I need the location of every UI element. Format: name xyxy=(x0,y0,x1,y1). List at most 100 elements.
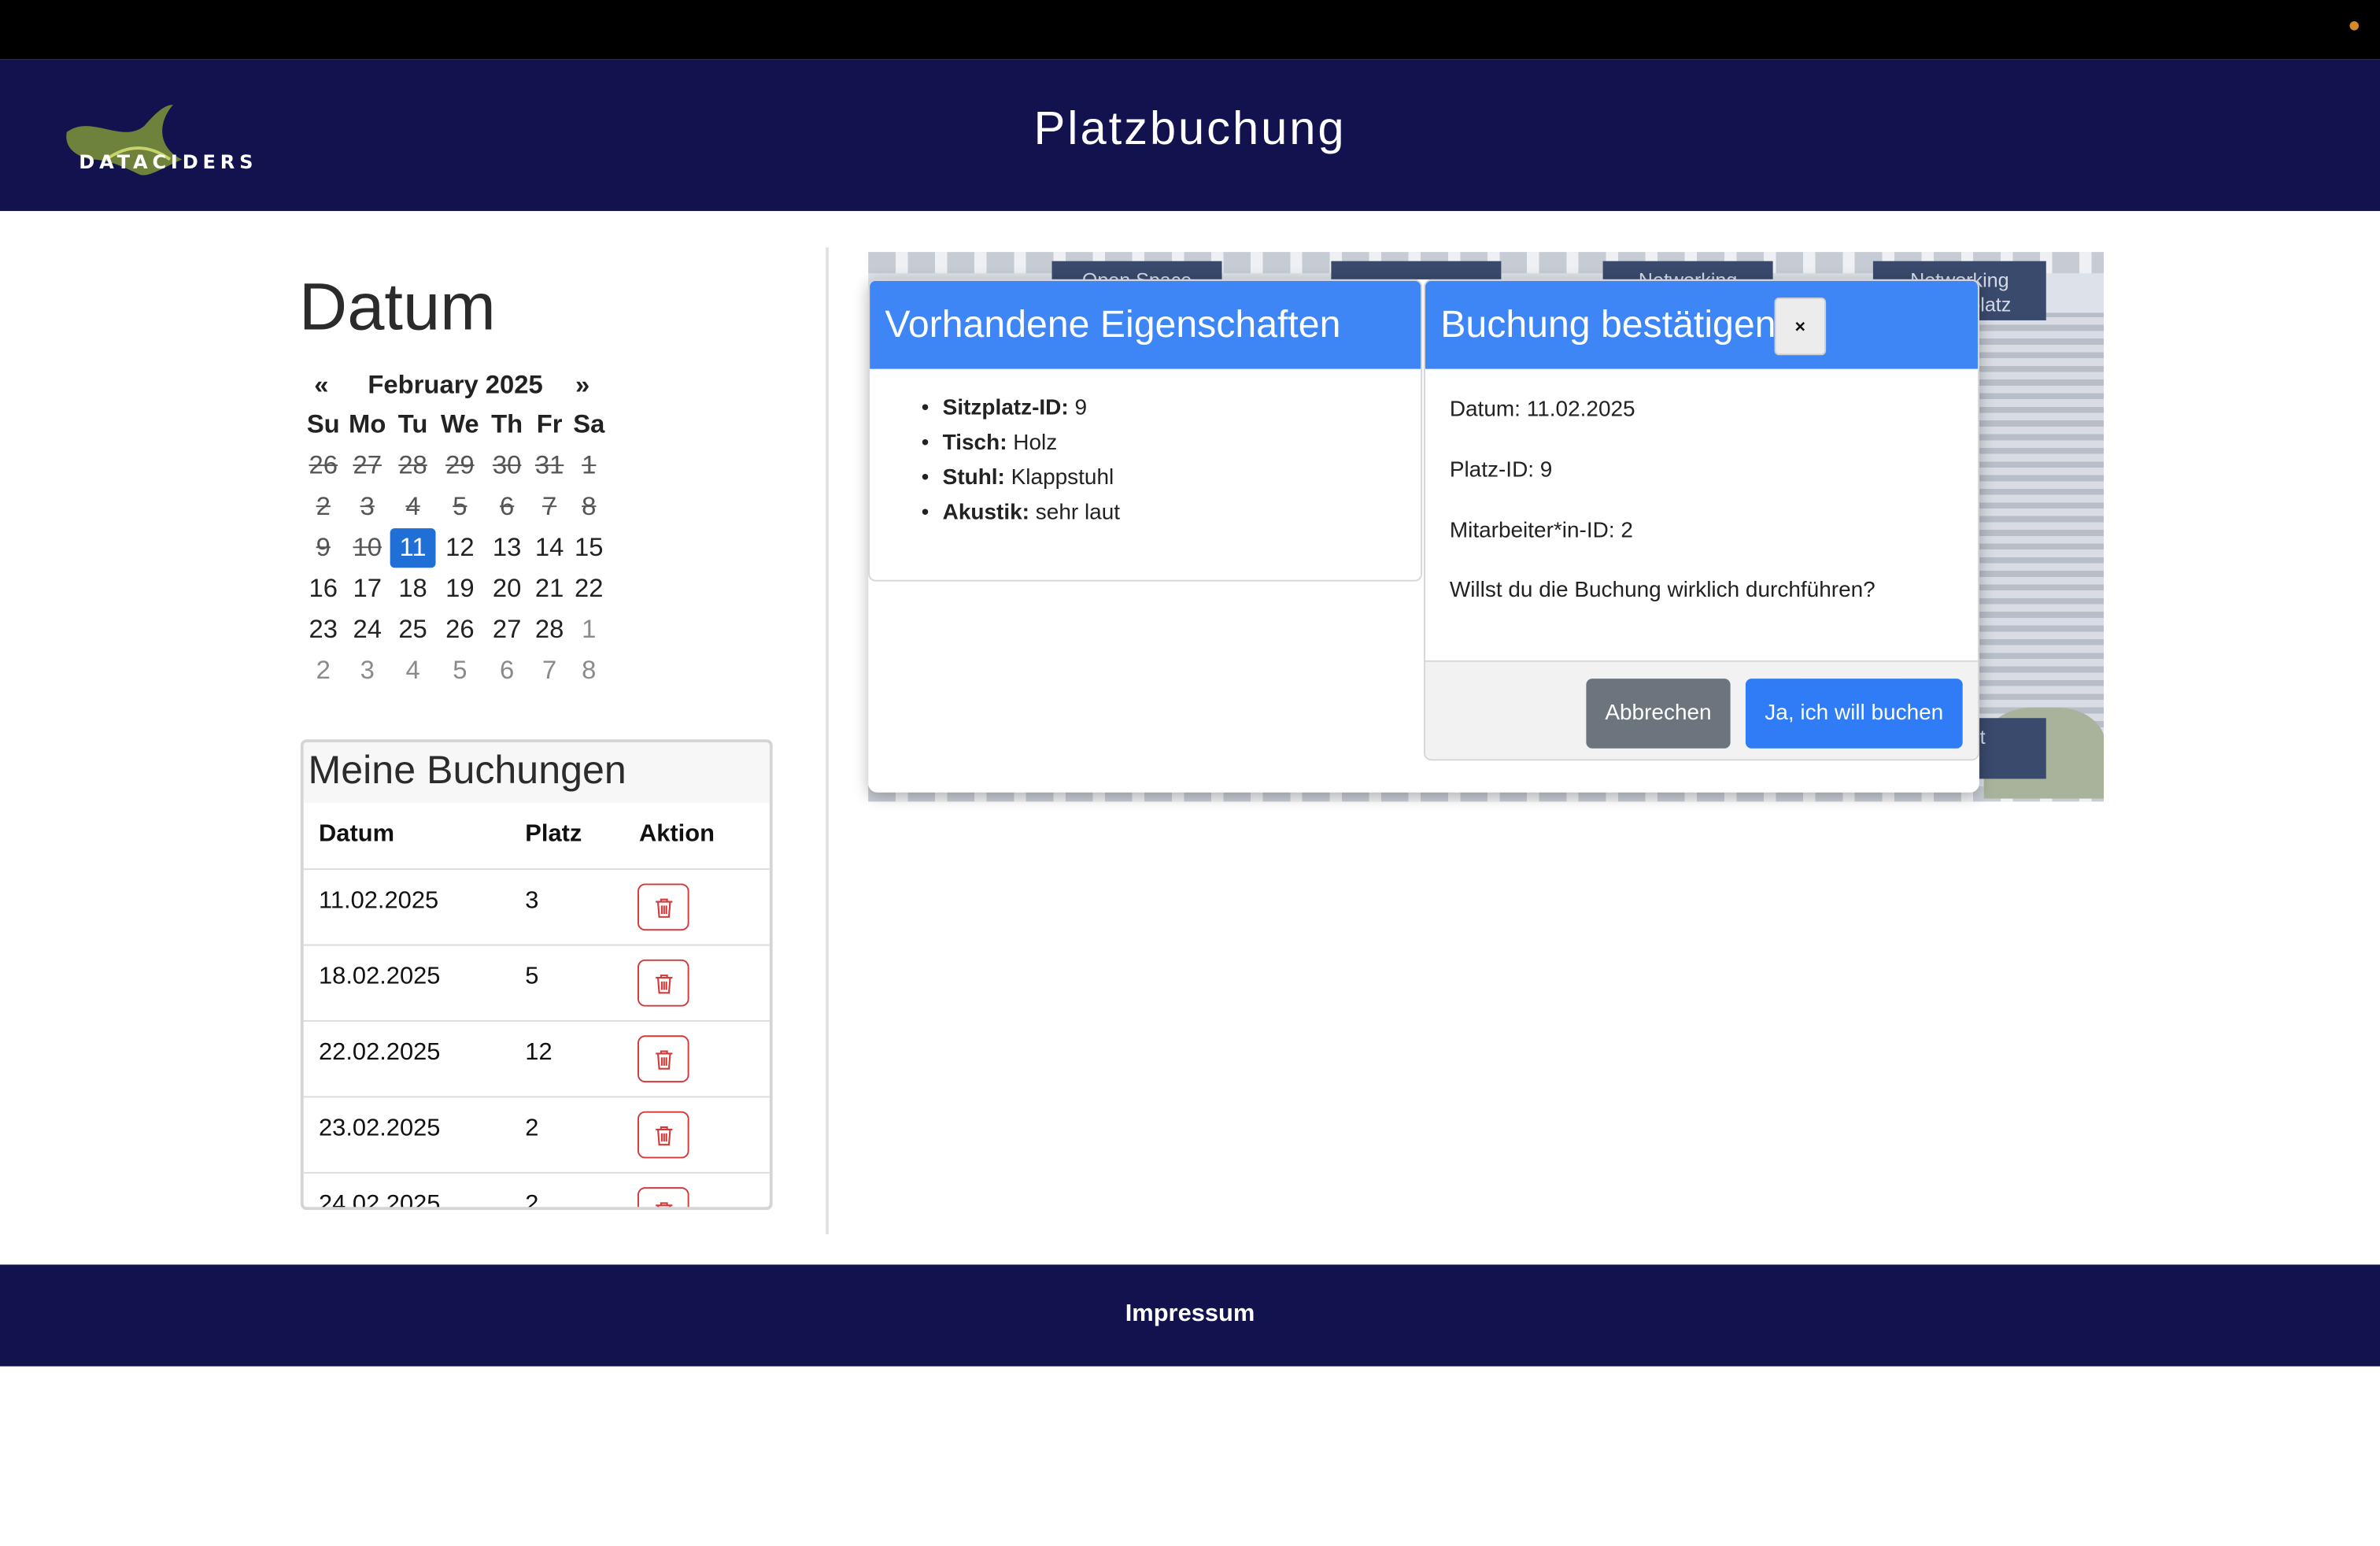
column-header-date: Datum xyxy=(319,821,395,848)
calendar-day: 28 xyxy=(398,450,427,480)
weekday-header: Sa xyxy=(573,409,605,439)
calendar-day[interactable]: 7 xyxy=(530,651,569,690)
booking-seat: 12 xyxy=(525,1040,552,1066)
booking-date: 11.02.2025 xyxy=(319,888,439,915)
calendar-day-selected[interactable]: 11 xyxy=(390,528,436,568)
calendar-day: 8 xyxy=(582,491,597,521)
calendar-day: 26 xyxy=(309,450,338,480)
calendar-day[interactable]: 14 xyxy=(530,528,569,568)
my-bookings-panel: Meine Buchungen Datum Platz Aktion 11.02… xyxy=(300,739,773,1211)
footer: Impressum xyxy=(0,1264,2380,1367)
calendar-day: 3 xyxy=(360,491,375,521)
confirm-date-line: Datum: 11.02.2025 xyxy=(1449,398,1635,423)
trash-icon xyxy=(656,898,673,918)
calendar-day: 30 xyxy=(492,450,522,480)
trash-icon xyxy=(656,975,673,994)
calendar-day[interactable]: 20 xyxy=(484,569,530,608)
calendar-day[interactable]: 3 xyxy=(345,651,390,690)
close-button[interactable]: × xyxy=(1774,298,1827,356)
calendar-day: 6 xyxy=(500,491,515,521)
property-table: Tisch: Holz xyxy=(922,431,1120,466)
calendar-day[interactable]: 8 xyxy=(569,651,608,690)
property-value: 9 xyxy=(1074,396,1088,421)
property-value: Holz xyxy=(1013,431,1058,456)
property-value: sehr laut xyxy=(1035,501,1121,526)
column-divider xyxy=(826,247,830,1234)
confirm-employee-line: Mitarbeiter*in-ID: 2 xyxy=(1449,519,1633,544)
calendar-day[interactable]: 1 xyxy=(569,610,608,649)
delete-booking-button[interactable] xyxy=(638,1187,689,1208)
calendar-day: 4 xyxy=(405,491,420,521)
calendar-day[interactable]: 23 xyxy=(302,610,345,649)
status-dot xyxy=(2349,21,2360,31)
calendar-month-label: February 2025 xyxy=(368,370,543,400)
date-heading: Datum xyxy=(298,270,496,345)
booking-row: 22.02.2025 12 xyxy=(303,1022,770,1098)
booking-seat: 5 xyxy=(525,963,539,990)
delete-booking-button[interactable] xyxy=(638,959,689,1007)
calendar-day: 31 xyxy=(534,450,564,480)
properties-panel-title: Vorhandene Eigenschaften xyxy=(885,303,1341,346)
calendar-day[interactable]: 22 xyxy=(569,569,608,608)
bookings-table-header: Datum Platz Aktion xyxy=(303,803,770,871)
calendar-day[interactable]: 6 xyxy=(484,651,530,690)
calendar-day[interactable]: 28 xyxy=(530,610,569,649)
calendar-day: 9 xyxy=(316,532,331,562)
cancel-button[interactable]: Abbrechen xyxy=(1586,679,1731,749)
confirm-question: Willst du die Buchung wirklich durchführ… xyxy=(1449,578,1876,603)
my-bookings-title: Meine Buchungen xyxy=(303,742,770,804)
calendar-day[interactable]: 12 xyxy=(436,528,485,568)
calendar-day[interactable]: 4 xyxy=(390,651,436,690)
property-label: Akustik: xyxy=(942,501,1030,526)
calendar-day[interactable]: 25 xyxy=(390,610,436,649)
weekday-header: Tu xyxy=(397,409,428,439)
properties-panel-header: Vorhandene Eigenschaften xyxy=(870,280,1421,369)
booking-seat: 2 xyxy=(525,1191,539,1211)
weekday-header: Th xyxy=(491,409,523,439)
calendar-day: 10 xyxy=(353,532,382,562)
booking-date: 22.02.2025 xyxy=(319,1040,441,1066)
delete-booking-button[interactable] xyxy=(638,1111,689,1159)
trash-icon xyxy=(656,1202,673,1208)
properties-list: Sitzplatz-ID: 9 Tisch: Holz Stuhl: Klapp… xyxy=(922,396,1120,535)
calendar-next-button[interactable]: » xyxy=(575,371,589,401)
calendar-day[interactable]: 16 xyxy=(302,569,345,608)
calendar-day[interactable]: 27 xyxy=(484,610,530,649)
property-acoustics: Akustik: sehr laut xyxy=(922,501,1120,535)
calendar-day[interactable]: 13 xyxy=(484,528,530,568)
booking-seat: 2 xyxy=(525,1115,539,1142)
impressum-link[interactable]: Impressum xyxy=(0,1301,2380,1329)
booking-row: 23.02.2025 2 xyxy=(303,1097,770,1174)
calendar-day[interactable]: 24 xyxy=(345,610,390,649)
calendar-day[interactable]: 21 xyxy=(530,569,569,608)
calendar-day[interactable]: 2 xyxy=(302,651,345,690)
weekday-header: Fr xyxy=(536,409,563,439)
page-title: Platzbuchung xyxy=(1033,102,1347,155)
calendar-day[interactable]: 18 xyxy=(390,569,436,608)
property-label: Tisch: xyxy=(942,431,1007,456)
calendar-day[interactable]: 26 xyxy=(436,610,485,649)
property-value: Klappstuhl xyxy=(1011,466,1114,490)
calendar-day: 29 xyxy=(445,450,475,480)
calendar-day[interactable]: 15 xyxy=(569,528,608,568)
page: DATACIDERS Platzbuchung Datum February 2… xyxy=(0,0,2380,1545)
booking-seat: 3 xyxy=(525,888,539,915)
booking-date: 24.02.2025 xyxy=(319,1191,441,1211)
calendar-prev-button[interactable]: « xyxy=(314,371,328,401)
property-seat-id: Sitzplatz-ID: 9 xyxy=(922,396,1120,431)
delete-booking-button[interactable] xyxy=(638,883,689,931)
calendar-day[interactable]: 19 xyxy=(436,569,485,608)
confirm-dialog-title: Buchung bestätigen xyxy=(1440,303,1776,346)
calendar-day: 2 xyxy=(316,491,331,521)
trash-icon xyxy=(656,1050,673,1070)
column-header-seat: Platz xyxy=(525,821,582,848)
calendar-day[interactable]: 5 xyxy=(436,651,485,690)
calendar-day[interactable]: 17 xyxy=(345,569,390,608)
delete-booking-button[interactable] xyxy=(638,1035,689,1083)
top-bar xyxy=(0,0,2380,60)
weekday-header: Mo xyxy=(349,409,386,439)
column-header-action: Aktion xyxy=(638,821,715,848)
confirm-booking-button[interactable]: Ja, ich will buchen xyxy=(1745,679,1963,749)
header: DATACIDERS Platzbuchung xyxy=(0,59,2380,212)
confirm-seat-line: Platz-ID: 9 xyxy=(1449,458,1553,483)
